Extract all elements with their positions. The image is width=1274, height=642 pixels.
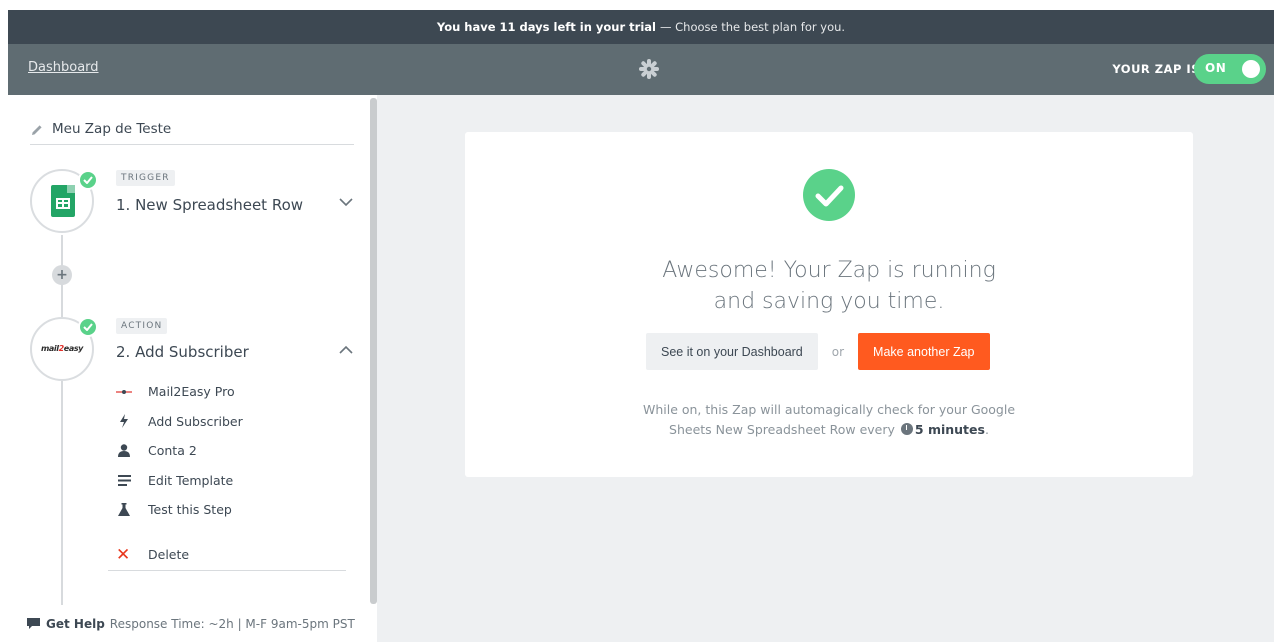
substep-test-label: Test this Step xyxy=(148,502,232,518)
zap-name-text: Meu Zap de Teste xyxy=(52,121,172,137)
trial-plan-link[interactable]: — Choose the best plan for you. xyxy=(660,20,845,34)
action-step-title[interactable]: 2. Add Subscriber xyxy=(116,343,249,361)
toggle-knob xyxy=(1242,60,1260,78)
substep-action[interactable]: Add Subscriber xyxy=(116,407,356,437)
substep-test[interactable]: Test this Step xyxy=(116,495,356,525)
chat-bubble-icon xyxy=(27,617,40,629)
window-top-strip xyxy=(0,0,1274,10)
google-sheets-icon xyxy=(51,185,75,217)
substep-account-label: Conta 2 xyxy=(148,443,197,459)
add-step-plus-button[interactable]: + xyxy=(52,265,72,285)
user-icon xyxy=(116,443,132,459)
polling-interval: 5 minutes xyxy=(914,422,985,437)
success-actions: See it on your Dashboard or Make another… xyxy=(646,333,990,370)
trigger-step-title[interactable]: 1. New Spreadsheet Row xyxy=(116,196,303,214)
polling-info-text: While on, this Zap will automagically ch… xyxy=(642,402,1016,437)
help-footer[interactable]: Get Help Response Time: ~2h | M-F 9am-5p… xyxy=(8,605,370,642)
see-dashboard-button[interactable]: See it on your Dashboard xyxy=(646,333,818,370)
toggle-state-label: ON xyxy=(1205,61,1227,75)
zap-name-field[interactable]: Meu Zap de Teste xyxy=(30,121,354,145)
flask-icon xyxy=(116,502,132,518)
make-another-zap-button[interactable]: Make another Zap xyxy=(858,333,990,370)
substep-template[interactable]: Edit Template xyxy=(116,466,356,496)
pencil-icon xyxy=(32,125,42,135)
trial-banner[interactable]: You have 11 days left in your trial — Ch… xyxy=(8,10,1274,44)
action-complete-check-icon xyxy=(78,317,98,337)
mail2easy-logo: mail2easy xyxy=(41,344,83,353)
action-tag: ACTION xyxy=(116,318,168,334)
zap-on-off-toggle[interactable]: ON xyxy=(1194,54,1266,84)
success-check-icon xyxy=(803,169,855,221)
substep-action-label: Add Subscriber xyxy=(148,413,243,429)
substep-template-label: Edit Template xyxy=(148,472,234,488)
chevron-down-icon[interactable] xyxy=(339,197,353,207)
top-navigation-bar: Dashboard YOUR ZAP IS ON xyxy=(8,44,1274,95)
response-time-text: Response Time: ~2h | M-F 9am-5pm PST xyxy=(109,616,355,631)
substep-app[interactable]: Mail2Easy Pro xyxy=(116,377,356,407)
delete-x-icon: ✕ xyxy=(116,544,131,565)
delete-step-button[interactable]: ✕ Delete xyxy=(108,539,346,571)
substep-account[interactable]: Conta 2 xyxy=(116,436,356,466)
success-heading: Awesome! Your Zap is running and saving … xyxy=(662,258,996,314)
zap-editor-sidebar: Meu Zap de Teste TRIGGER 1. New Spreadsh… xyxy=(8,95,370,642)
zapier-asterisk-icon[interactable] xyxy=(638,58,660,80)
trigger-complete-check-icon xyxy=(78,170,98,190)
list-icon xyxy=(116,472,132,488)
lightning-icon xyxy=(116,413,132,429)
clock-icon xyxy=(900,423,913,435)
timeline-connector xyxy=(61,235,63,642)
zap-status-label: YOUR ZAP IS xyxy=(1112,62,1200,76)
or-separator: or xyxy=(831,344,845,359)
trigger-tag: TRIGGER xyxy=(116,170,175,186)
chevron-up-icon[interactable] xyxy=(339,345,353,355)
app-logo-icon xyxy=(116,384,132,400)
delete-label: Delete xyxy=(148,547,190,562)
trial-message: You have 11 days left in your trial xyxy=(436,20,656,34)
success-card: Awesome! Your Zap is running and saving … xyxy=(465,132,1193,477)
action-substeps: Mail2Easy Pro Add Subscriber Conta 2 Edi… xyxy=(116,377,356,525)
sidebar-scrollbar[interactable] xyxy=(370,98,377,604)
substep-app-label: Mail2Easy Pro xyxy=(148,384,235,400)
get-help-link[interactable]: Get Help xyxy=(46,617,105,631)
dashboard-link[interactable]: Dashboard xyxy=(28,60,99,75)
main-content-area: Awesome! Your Zap is running and saving … xyxy=(382,95,1274,642)
